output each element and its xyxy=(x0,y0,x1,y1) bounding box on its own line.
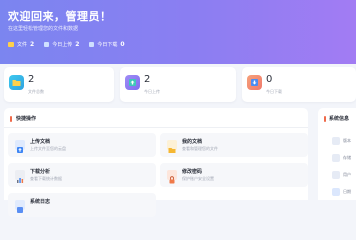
log-icon xyxy=(15,200,25,213)
hero-stat-value: 2 xyxy=(30,41,35,48)
system-info-header: 系统信息 xyxy=(324,115,349,122)
stat-card-uploads[interactable]: 2 今日上传 xyxy=(120,67,236,102)
stat-label: 文件总数 xyxy=(28,89,44,94)
hero-stat-downloads: 今日下载 0 xyxy=(89,41,125,48)
action-upload[interactable]: 上传文档 上传文件至您的云盘 xyxy=(8,133,156,157)
section-marker xyxy=(324,115,326,122)
stat-card-files[interactable]: 2 文件总数 xyxy=(4,67,114,102)
hero-stat-files: 文件 2 xyxy=(8,41,34,48)
folder-icon xyxy=(8,42,14,47)
folder-icon xyxy=(9,75,24,90)
quick-actions-title: 快捷操作 xyxy=(16,116,37,122)
action-download-analysis[interactable]: 下载分析 查看下载统计数据 xyxy=(8,163,156,187)
hero-stat-label: 今日上传 xyxy=(52,42,73,48)
stat-cards: 2 文件总数 2 今日上传 0 今日下载 xyxy=(4,67,356,102)
upload-icon xyxy=(44,42,50,47)
download-icon xyxy=(247,75,262,90)
stat-value: 2 xyxy=(28,74,35,85)
action-desc: 查看下载统计数据 xyxy=(30,176,62,181)
action-title: 我的文档 xyxy=(182,139,203,145)
info-icon xyxy=(332,137,340,145)
hero-stat-value: 2 xyxy=(75,41,80,48)
system-info-row: 用户 xyxy=(332,171,356,179)
stat-card-downloads[interactable]: 0 今日下载 xyxy=(242,67,356,102)
system-info-panel: 系统信息 版本 存储 用户 日期 xyxy=(318,108,356,200)
system-info-text: 用户 xyxy=(343,172,351,177)
cloud-icon xyxy=(332,154,340,162)
action-desc: 保护账户安全设置 xyxy=(182,176,214,181)
hero-stat-value: 0 xyxy=(120,41,125,48)
action-title: 系统日志 xyxy=(30,199,51,205)
action-my-docs[interactable]: 我的文档 查看和管理您的文件 xyxy=(160,133,308,157)
action-change-password[interactable]: 修改密码 保护账户安全设置 xyxy=(160,163,308,187)
action-desc: 查看和管理您的文件 xyxy=(182,146,218,151)
upload-icon xyxy=(15,140,25,153)
welcome-subtitle: 在这里轻松管理您的文件和数据 xyxy=(8,26,79,32)
user-icon xyxy=(332,171,340,179)
stat-value: 2 xyxy=(144,74,151,85)
stat-value: 0 xyxy=(266,74,273,85)
welcome-banner: 欢迎回来，管理员！ 在这里轻松管理您的文件和数据 文件 2 今日上传 2 今日下… xyxy=(0,0,356,64)
system-info-text: 版本 xyxy=(343,138,351,143)
action-desc: 上传文件至您的云盘 xyxy=(30,146,66,151)
folder-icon xyxy=(167,140,177,153)
upload-icon xyxy=(125,75,140,90)
download-icon xyxy=(89,42,95,47)
system-info-text: 存储 xyxy=(343,155,351,160)
hero-stat-label: 今日下载 xyxy=(97,42,118,48)
system-info-row: 存储 xyxy=(332,154,356,162)
action-title: 下载分析 xyxy=(30,169,51,175)
section-marker xyxy=(10,115,12,122)
hero-stat-label: 文件 xyxy=(17,42,28,48)
hero-stat-uploads: 今日上传 2 xyxy=(44,41,79,48)
system-info-row: 版本 xyxy=(332,137,356,145)
hero-stats: 文件 2 今日上传 2 今日下载 0 xyxy=(8,41,125,48)
action-title: 修改密码 xyxy=(182,169,203,175)
stat-label: 今日上传 xyxy=(144,89,160,94)
quick-actions-header: 快捷操作 xyxy=(10,115,36,122)
lock-icon xyxy=(167,170,177,184)
divider xyxy=(4,127,308,128)
system-info-text: 日期 xyxy=(343,189,351,194)
action-system-log[interactable]: 系统日志 xyxy=(8,193,156,217)
action-title: 上传文档 xyxy=(30,139,51,145)
welcome-title: 欢迎回来，管理员！ xyxy=(8,10,112,23)
calendar-icon xyxy=(332,188,340,196)
chart-icon xyxy=(15,170,25,183)
stat-label: 今日下载 xyxy=(266,89,282,94)
system-info-title: 系统信息 xyxy=(329,116,350,122)
system-info-row: 日期 xyxy=(332,188,356,196)
quick-actions-panel: 快捷操作 上传文档 上传文件至您的云盘 我的文档 查看和管理您的文件 下载分析 … xyxy=(4,108,308,217)
